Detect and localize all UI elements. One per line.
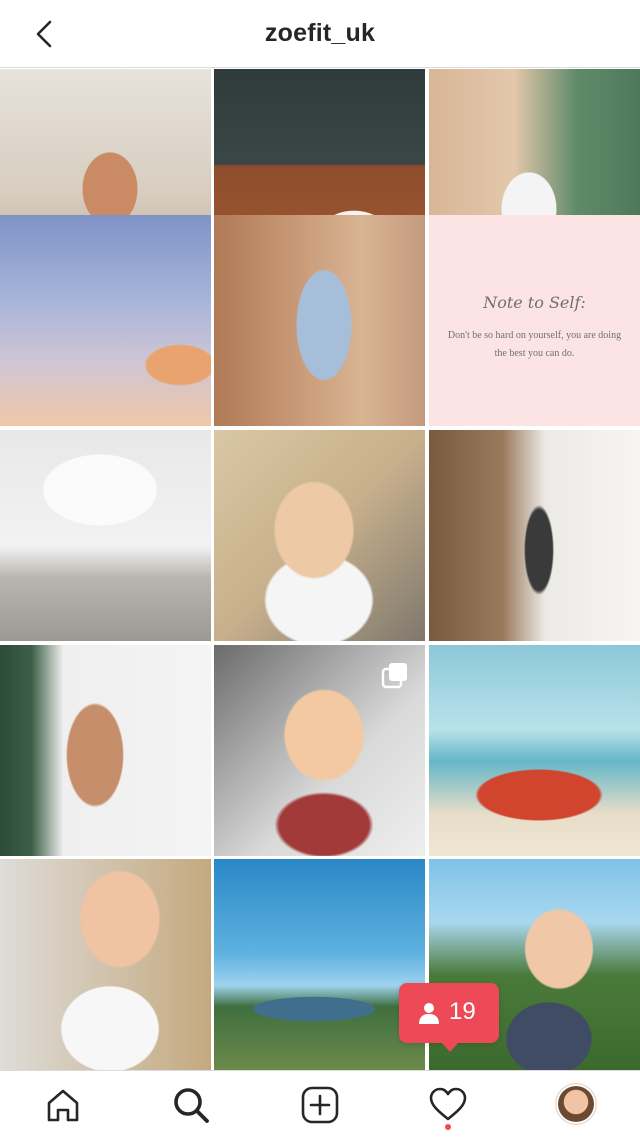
person-icon (419, 1003, 439, 1024)
tab-home[interactable] (41, 1083, 85, 1127)
add-post-icon (301, 1086, 339, 1124)
page-title: zoefit_uk (264, 19, 376, 47)
multiple-photos-icon (381, 663, 407, 689)
tab-search[interactable] (169, 1083, 213, 1127)
tab-activity[interactable] (426, 1083, 470, 1127)
heart-icon (429, 1087, 467, 1121)
grid-post[interactable] (214, 645, 425, 856)
grid-post[interactable] (429, 430, 640, 641)
grid-post[interactable] (0, 430, 211, 641)
grid-post[interactable] (214, 859, 425, 1070)
search-icon (174, 1088, 209, 1123)
grid-post[interactable] (0, 645, 211, 856)
grid-post[interactable] (0, 215, 211, 426)
note-text: Don't be so hard on yourself, you are do… (447, 330, 622, 359)
post-grid: Note to Self: Don't be so hard on yourse… (0, 69, 640, 1070)
profile-avatar[interactable] (556, 1084, 596, 1124)
new-followers-count: 19 (449, 998, 476, 1025)
grid-post[interactable] (0, 859, 211, 1070)
home-icon (47, 1089, 79, 1122)
note-title: Note to Self: (483, 293, 586, 312)
activity-dot (445, 1124, 451, 1130)
grid-post[interactable] (214, 430, 425, 641)
grid-post[interactable]: Note to Self: Don't be so hard on yourse… (429, 215, 640, 426)
bottom-tab-bar (0, 1070, 640, 1138)
new-followers-badge[interactable]: 19 (399, 983, 499, 1052)
header: zoefit_uk (0, 0, 640, 68)
grid-post[interactable] (429, 645, 640, 856)
grid-post[interactable] (214, 215, 425, 426)
tab-new-post[interactable] (298, 1083, 342, 1127)
